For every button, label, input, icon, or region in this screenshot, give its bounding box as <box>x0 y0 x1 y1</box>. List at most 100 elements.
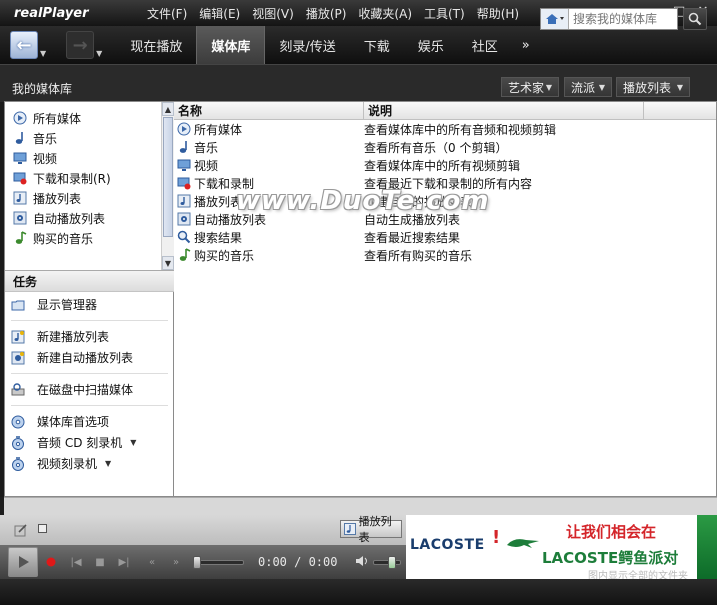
search-scope-dropdown[interactable] <box>541 9 569 29</box>
library-tree: 所有媒体 音乐 视频 下载和录制(R) 播放列表 自动播放列表 购买的音乐 <box>5 102 161 270</box>
chevron-down-icon[interactable]: ▼ <box>130 438 136 447</box>
ad-footer: 图内显示全部的文件夹 <box>588 571 688 579</box>
previous-icon[interactable]: |◀ <box>64 557 88 568</box>
player-area: 播放列表 |◀ ■ ▶| « » 0:00 / 0:00 LACOSTE ! 让… <box>0 497 717 605</box>
row-name: 播放列表 <box>194 194 243 209</box>
tab-download[interactable]: 下载 <box>350 26 404 64</box>
menu-favorites[interactable]: 收藏夹(A) <box>353 5 417 22</box>
next-icon[interactable]: ▶| <box>112 557 136 568</box>
library-item-purchased[interactable]: 购买的音乐 <box>5 228 161 248</box>
cd-burner-icon <box>11 435 25 450</box>
task-video-burner[interactable]: 视频刻录机 ▼ <box>5 453 174 474</box>
scrollbar-thumb[interactable] <box>163 117 173 237</box>
library-item-label: 播放列表 <box>33 191 82 206</box>
row-name: 所有媒体 <box>194 122 243 137</box>
watermark: www.DuoTe.com <box>236 186 490 216</box>
back-button[interactable]: ← <box>10 31 38 59</box>
playlist-toggle-button[interactable]: 播放列表 <box>340 515 402 544</box>
tab-community[interactable]: 社区 <box>458 26 512 64</box>
library-item-downloads[interactable]: 下载和录制(R) <box>5 168 161 188</box>
library-item-label: 所有媒体 <box>33 111 82 126</box>
library-title: 我的媒体库 <box>12 82 73 96</box>
seek-slider[interactable] <box>193 555 244 569</box>
seek-handle[interactable] <box>193 555 201 569</box>
library-header: 我的媒体库 艺术家 ▼ 流派 ▼ 播放列表 ▼ <box>0 64 717 102</box>
filter-genre-label: 流派 <box>571 80 596 95</box>
search-input[interactable] <box>569 12 675 26</box>
task-label: 显示管理器 <box>37 298 98 312</box>
rewind-icon[interactable]: « <box>140 557 164 568</box>
filter-genre-dropdown[interactable]: 流派 ▼ <box>564 77 612 97</box>
playlist-icon <box>177 194 191 208</box>
stop-icon[interactable]: ■ <box>88 557 112 568</box>
library-item-all-media[interactable]: 所有媒体 <box>5 108 161 128</box>
task-audio-cd-burner[interactable]: 音频 CD 刻录机 ▼ <box>5 432 174 453</box>
table-row[interactable]: 购买的音乐 查看所有购买的音乐 <box>174 246 716 264</box>
scroll-down-icon[interactable]: ▼ <box>162 256 174 270</box>
ad-banner[interactable]: LACOSTE ! 让我们相会在 LACOSTE鳄鱼派对 图内显示全部的文件夹 <box>406 515 717 579</box>
edit-icon[interactable] <box>14 523 28 540</box>
play-button[interactable] <box>8 547 38 577</box>
record-button[interactable] <box>44 555 58 569</box>
column-header-description[interactable]: 说明 <box>364 102 644 119</box>
task-new-playlist[interactable]: 新建播放列表 <box>5 326 174 347</box>
fast-forward-icon[interactable]: » <box>164 557 188 568</box>
table-row[interactable]: 所有媒体 查看媒体库中的所有音频和视频剪辑 <box>174 120 716 138</box>
scroll-up-icon[interactable]: ▲ <box>162 102 174 116</box>
task-label: 视频刻录机 <box>37 457 98 471</box>
task-label: 新建自动播放列表 <box>37 351 134 365</box>
tab-media-library[interactable]: 媒体库 <box>196 26 266 64</box>
table-row[interactable]: 视频 查看媒体库中的所有视频剪辑 <box>174 156 716 174</box>
back-history-dropdown[interactable]: ▼ <box>40 49 46 58</box>
table-row[interactable]: 搜索结果 查看最近搜索结果 <box>174 228 716 246</box>
column-header-name[interactable]: 名称 <box>174 102 364 119</box>
cd-preferences-icon <box>11 415 25 429</box>
library-item-playlists[interactable]: 播放列表 <box>5 188 161 208</box>
library-scrollbar[interactable]: ▲ ▼ <box>161 102 174 270</box>
library-item-music[interactable]: 音乐 <box>5 128 161 148</box>
forward-button[interactable]: → <box>66 31 95 59</box>
filter-artist-label: 艺术家 <box>508 80 545 95</box>
status-bar <box>0 579 717 605</box>
left-pane: 所有媒体 音乐 视频 下载和录制(R) 播放列表 自动播放列表 购买的音乐 ▲ <box>4 101 174 497</box>
new-auto-playlist-icon <box>11 351 25 365</box>
ad-subheadline: LACOSTE鳄鱼派对 <box>542 549 679 567</box>
library-item-video[interactable]: 视频 <box>5 148 161 168</box>
ad-brand: LACOSTE <box>410 537 485 553</box>
library-item-label: 下载和录制(R) <box>33 171 111 186</box>
task-show-manager[interactable]: 显示管理器 <box>5 294 174 315</box>
forward-history-dropdown[interactable]: ▼ <box>96 49 102 58</box>
more-tabs-button[interactable]: » <box>512 38 540 53</box>
tab-burn-transfer[interactable]: 刻录/传送 <box>265 26 349 64</box>
library-item-auto-playlists[interactable]: 自动播放列表 <box>5 208 161 228</box>
filter-artist-dropdown[interactable]: 艺术家 ▼ <box>501 77 559 97</box>
library-item-label: 音乐 <box>33 131 58 146</box>
speaker-icon[interactable] <box>355 554 369 571</box>
menu-view[interactable]: 视图(V) <box>247 5 299 22</box>
record-icon <box>46 557 56 567</box>
menu-edit[interactable]: 编辑(E) <box>194 5 245 22</box>
task-scan-disk[interactable]: 在磁盘中扫描媒体 <box>5 379 174 400</box>
auto-playlist-icon <box>13 211 27 225</box>
chevron-down-icon[interactable]: ▼ <box>105 459 111 468</box>
menu-help[interactable]: 帮助(H) <box>472 5 524 22</box>
player-toolbar: 播放列表 |◀ ■ ▶| « » 0:00 / 0:00 <box>0 515 406 579</box>
download-record-icon <box>13 171 27 185</box>
table-row[interactable]: 音乐 查看所有音乐（0 个剪辑） <box>174 138 716 156</box>
tab-entertainment[interactable]: 娱乐 <box>404 26 458 64</box>
library-item-label: 自动播放列表 <box>33 211 106 226</box>
filter-playlist-dropdown[interactable]: 播放列表 ▼ <box>616 77 690 97</box>
mini-mode-icon[interactable] <box>38 524 47 533</box>
menu-play[interactable]: 播放(P) <box>301 5 352 22</box>
task-new-auto-playlist[interactable]: 新建自动播放列表 <box>5 347 174 368</box>
menu-file[interactable]: 文件(F) <box>142 5 192 22</box>
volume-slider[interactable] <box>373 555 402 569</box>
tab-now-playing[interactable]: 现在播放 <box>116 26 196 64</box>
tasks-header: 任务 <box>5 270 174 292</box>
search-button[interactable] <box>683 8 707 30</box>
volume-handle[interactable] <box>388 555 397 569</box>
row-name: 购买的音乐 <box>194 248 255 263</box>
task-library-preferences[interactable]: 媒体库首选项 <box>5 411 174 432</box>
new-playlist-icon <box>11 330 25 344</box>
menu-tools[interactable]: 工具(T) <box>419 5 470 22</box>
